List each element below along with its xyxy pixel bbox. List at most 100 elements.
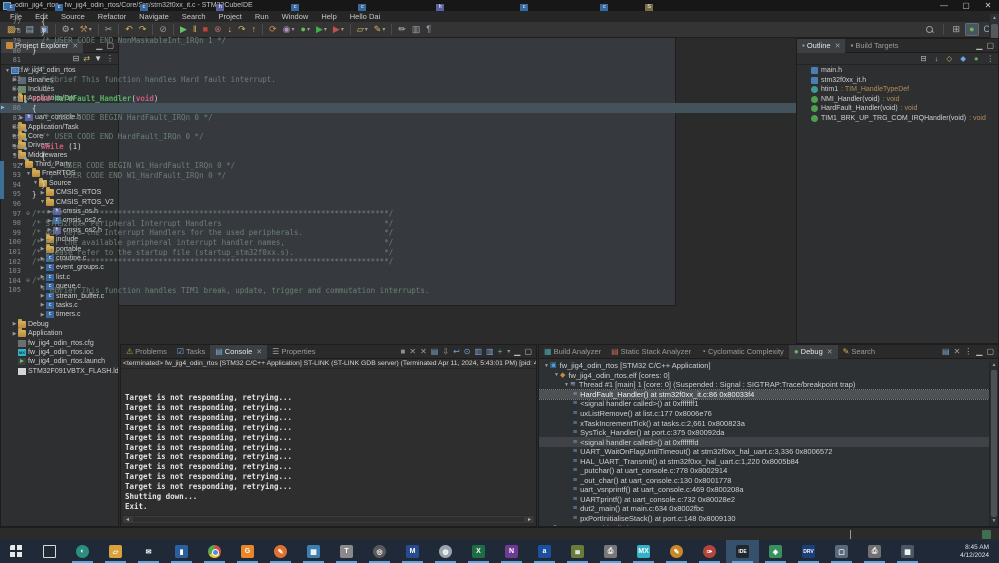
- view-menu-button[interactable]: ⋮: [987, 54, 995, 63]
- stack-frame[interactable]: ≡uart_vsnprintf() at uart_console.c:469 …: [539, 485, 989, 495]
- console-tab-console[interactable]: ▤Console✕: [210, 345, 267, 359]
- view-menu-button[interactable]: ⋮: [964, 348, 972, 356]
- maximize-button[interactable]: ▢: [986, 348, 994, 356]
- breakpoint-margin[interactable]: [0, 94, 8, 104]
- breakpoint-margin[interactable]: [0, 180, 8, 190]
- maximize-button[interactable]: ▢: [986, 42, 994, 50]
- scroll-down-arrow[interactable]: ▼: [990, 517, 998, 526]
- outline-item[interactable]: TIM1_BRK_UP_TRG_COM_IRQHandler(void) : v…: [797, 114, 998, 124]
- taskbar-paint-app[interactable]: ✎: [660, 540, 693, 563]
- pin-console-button[interactable]: ⊙: [464, 348, 471, 356]
- taskbar-map-app[interactable]: ◈: [759, 540, 792, 563]
- taskbar-red-tool-app[interactable]: ✑: [693, 540, 726, 563]
- breakpoint-margin[interactable]: [0, 199, 8, 209]
- taskbar-file-explorer[interactable]: ▱: [99, 540, 132, 563]
- scrollbar-thumb[interactable]: [991, 370, 997, 517]
- debug-tree-item[interactable]: ▮arm-none-eabi-gdb (13.2.90.20230627): [539, 523, 989, 526]
- breakpoint-margin[interactable]: [0, 123, 8, 133]
- collapse-all-button[interactable]: ⊟: [920, 54, 926, 63]
- breakpoint-margin[interactable]: [0, 190, 8, 200]
- status-tray-icon[interactable]: [982, 530, 991, 539]
- open-console-button[interactable]: +: [498, 348, 503, 356]
- scroll-up-arrow[interactable]: ▲: [990, 14, 999, 23]
- breakpoint-margin[interactable]: [0, 161, 8, 171]
- fold-marker-icon[interactable]: ⊖: [26, 277, 30, 284]
- breakpoint-margin[interactable]: [0, 218, 8, 228]
- breakpoint-margin[interactable]: [0, 27, 8, 37]
- debug-tab-search[interactable]: ✎Search: [838, 345, 880, 359]
- breakpoint-margin[interactable]: [0, 142, 8, 152]
- fold-marker-icon[interactable]: ⊖: [26, 95, 30, 102]
- stack-frame[interactable]: ≡HardFault_Handler() at stm32f0xx_it.c:8…: [539, 390, 989, 400]
- debug-tree-item[interactable]: ▼◆fw_jig4_odin_rtos.elf [cores: 0]: [539, 371, 989, 381]
- taskbar-onenote[interactable]: N: [495, 540, 528, 563]
- taskbar-amazon-app[interactable]: a: [528, 540, 561, 563]
- outline-item[interactable]: htim1 : TIM_HandleTypeDef: [797, 85, 998, 95]
- console-output[interactable]: Target is not responding, retrying...Tar…: [125, 393, 532, 512]
- breakpoint-margin[interactable]: [0, 132, 8, 142]
- scroll-right-arrow[interactable]: ▸: [525, 516, 534, 523]
- fold-marker-icon[interactable]: ⊖: [26, 66, 30, 73]
- close-button[interactable]: ✕: [977, 1, 999, 10]
- breakpoint-margin[interactable]: [0, 75, 8, 85]
- taskbar-terminal-app[interactable]: T: [330, 540, 363, 563]
- taskbar-cubeide[interactable]: IDE: [726, 540, 759, 563]
- console-tab-problems[interactable]: ⚠Problems: [121, 345, 172, 359]
- minimize-button[interactable]: ▁: [976, 42, 982, 50]
- taskbar-window-app[interactable]: ▢: [825, 540, 858, 563]
- close-tab-icon[interactable]: ✕: [256, 348, 262, 356]
- breakpoint-margin[interactable]: [0, 113, 8, 123]
- taskbar-printer-3d-app[interactable]: ⎙: [594, 540, 627, 563]
- outline-tab-build-targets[interactable]: ▪Build Targets: [845, 39, 903, 53]
- minimize-button[interactable]: ▁: [514, 348, 520, 356]
- taskbar-pen-app[interactable]: ✎: [264, 540, 297, 563]
- outline-item[interactable]: main.h: [797, 66, 998, 76]
- fold-marker-icon[interactable]: ⊖: [26, 210, 30, 217]
- console-tab-properties[interactable]: ☰Properties: [267, 345, 320, 359]
- debug-tree-item[interactable]: ▼▣fw_jig4_odin_rtos [STM32 C/C++ Applica…: [539, 361, 989, 371]
- breakpoint-margin[interactable]: [0, 266, 8, 276]
- outline-item[interactable]: NMI_Handler(void) : void: [797, 95, 998, 105]
- minimize-button[interactable]: ▁: [976, 348, 982, 356]
- sort-button[interactable]: ↓: [935, 54, 939, 63]
- expanded-twistie-icon[interactable]: ▼: [543, 363, 550, 369]
- console-horizontal-scrollbar[interactable]: ◂ ▸: [122, 515, 535, 524]
- breakpoint-margin[interactable]: [0, 17, 8, 27]
- breakpoint-margin[interactable]: [0, 286, 8, 296]
- clear-console-button[interactable]: ▤: [431, 348, 439, 356]
- taskbar-archive-app[interactable]: ≣: [561, 540, 594, 563]
- taskbar-drv-app[interactable]: DRV: [792, 540, 825, 563]
- taskbar-chrome[interactable]: [198, 540, 231, 563]
- hide-fields-button[interactable]: ◇: [946, 54, 952, 63]
- close-tab-icon[interactable]: ✕: [827, 348, 833, 356]
- stack-frame[interactable]: ≡xTaskIncrementTick() at tasks.c:2,661 0…: [539, 418, 989, 428]
- code-line[interactable]: 78 }: [0, 27, 989, 37]
- breakpoint-margin[interactable]: [0, 228, 8, 238]
- stack-frame[interactable]: ≡<signal handler called>() at 0xfffffffd: [539, 437, 989, 447]
- outline-item[interactable]: HardFault_Handler(void) : void: [797, 104, 998, 114]
- stack-frame[interactable]: ≡HAL_UART_Transmit() at stm32f0xx_hal_ua…: [539, 456, 989, 466]
- hide-static-members-button[interactable]: ◆: [960, 54, 966, 63]
- debug-tab-cyclomatic-complexity[interactable]: ◔Cyclomatic Complexity: [696, 345, 789, 359]
- taskbar-mail-app[interactable]: ✉: [132, 540, 165, 563]
- taskbar-spiral-app[interactable]: ◎: [363, 540, 396, 563]
- taskbar-remote-pc-app[interactable]: ▦: [297, 540, 330, 563]
- stack-frame[interactable]: ≡uxListRemove() at list.c:177 0x8006e76: [539, 409, 989, 419]
- taskbar-app-window[interactable]: ▮: [165, 540, 198, 563]
- breakpoint-margin[interactable]: [0, 238, 8, 248]
- stack-frame[interactable]: ≡_putchar() at uart_console.c:778 0x8002…: [539, 466, 989, 476]
- taskbar-printer-app[interactable]: ⎙: [858, 540, 891, 563]
- stack-frame[interactable]: ≡UART_WaitOnFlagUntilTimeout() at stm32f…: [539, 447, 989, 457]
- console-tab-tasks[interactable]: ☑Tasks: [172, 345, 210, 359]
- scroll-left-arrow[interactable]: ◂: [123, 516, 132, 523]
- breakpoint-margin[interactable]: [0, 46, 8, 56]
- taskbar-photos-app[interactable]: ◐: [66, 540, 99, 563]
- breakpoint-margin[interactable]: [0, 276, 8, 286]
- breakpoint-margin[interactable]: [0, 65, 8, 75]
- hide-non-public-button[interactable]: ●: [974, 54, 979, 63]
- expanded-twistie-icon[interactable]: ▼: [553, 372, 560, 378]
- breakpoint-margin[interactable]: [0, 247, 8, 257]
- breakpoint-margin[interactable]: [0, 209, 8, 219]
- scroll-lock-button[interactable]: ⇩: [442, 348, 449, 356]
- minimize-button[interactable]: —: [933, 1, 955, 10]
